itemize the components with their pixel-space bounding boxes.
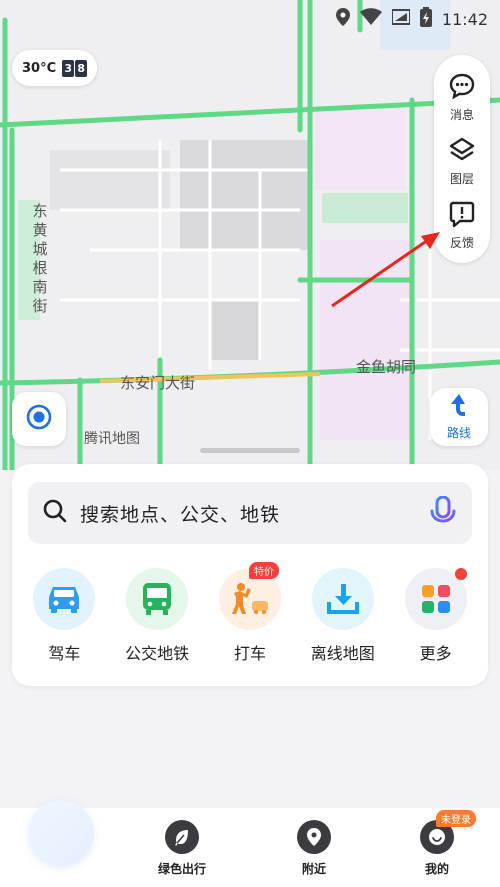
signal-icon [390,8,411,30]
message-label: 消息 [449,107,474,122]
nav-nearby[interactable]: 附近 [297,820,331,877]
search-input[interactable]: 搜索地点、公交、地铁 [28,482,472,544]
status-time: 11:42 [441,9,488,29]
quick-action-label: 更多 [419,644,452,663]
not-logged-in-badge: 未登录 [436,810,476,827]
weather-badge[interactable]: 30°C 3 8 [12,50,98,86]
location-pin-icon [297,820,331,854]
quick-actions: 驾车 公交地铁 特价 打车 离线地图 更多 [12,562,488,664]
layers-label: 图层 [449,171,474,186]
quick-action-offline-map[interactable]: 离线地图 [300,568,386,664]
aqi-digit: 8 [75,59,88,77]
drag-handle[interactable] [200,448,300,453]
feedback-icon [448,200,476,232]
search-card: 搜索地点、公交、地铁 驾车 公交地铁 特价 打车 离线地图 更多 [12,464,488,686]
route-label: 路线 [446,426,471,440]
quick-action-taxi[interactable]: 特价 打车 [207,562,293,664]
bus-icon [126,568,189,630]
street-label-east-an: 东安门大街 [120,374,196,392]
car-icon [33,568,96,630]
leaf-icon [165,820,199,854]
status-bar: 11:42 [0,0,500,34]
quick-action-label: 打车 [233,644,266,663]
voice-search-icon[interactable] [430,495,456,534]
feedback-label: 反馈 [449,235,474,250]
map-tools-panel: 消息 图层 反馈 [434,55,490,263]
nav-label: 绿色出行 [158,862,207,876]
nav-green-travel[interactable]: 绿色出行 [158,820,206,877]
nav-label: 我的 [424,862,449,876]
search-placeholder: 搜索地点、公交、地铁 [80,503,281,526]
aqi-display: 3 8 [62,59,88,77]
bottom-navigation: 绿色出行 附近 未登录 我的 [0,800,500,887]
message-icon [448,72,476,104]
special-offer-badge: 特价 [248,562,279,579]
download-icon [311,568,374,630]
aqi-digit: 3 [62,59,75,77]
quick-action-more[interactable]: 更多 [393,568,479,664]
search-icon [42,498,68,528]
notification-dot [454,568,467,580]
street-label-vertical: 东黄城根南街 [32,202,48,315]
message-button[interactable]: 消息 [434,65,490,129]
quick-action-label: 公交地铁 [125,644,190,663]
battery-icon [419,7,432,31]
layers-button[interactable]: 图层 [434,129,490,193]
nav-label: 附近 [301,862,326,876]
locate-icon [25,403,53,435]
locate-button[interactable] [12,392,66,446]
quick-action-label: 驾车 [48,644,81,663]
quick-action-drive[interactable]: 驾车 [21,568,107,664]
street-label-hutong: 金鱼胡同 [356,358,417,376]
feedback-button[interactable]: 反馈 [434,193,490,257]
map-provider-label: 腾讯地图 [84,431,140,447]
home-icon[interactable] [28,800,94,866]
quick-action-bus[interactable]: 公交地铁 [114,568,200,664]
wifi-icon [359,8,382,30]
quick-action-label: 离线地图 [310,644,375,663]
route-button[interactable]: 路线 [430,388,488,446]
location-status-icon [335,8,350,30]
layers-icon [448,136,476,168]
nav-mine[interactable]: 未登录 我的 [420,810,476,877]
route-arrow-icon [447,393,471,423]
temperature: 30°C [22,60,57,76]
